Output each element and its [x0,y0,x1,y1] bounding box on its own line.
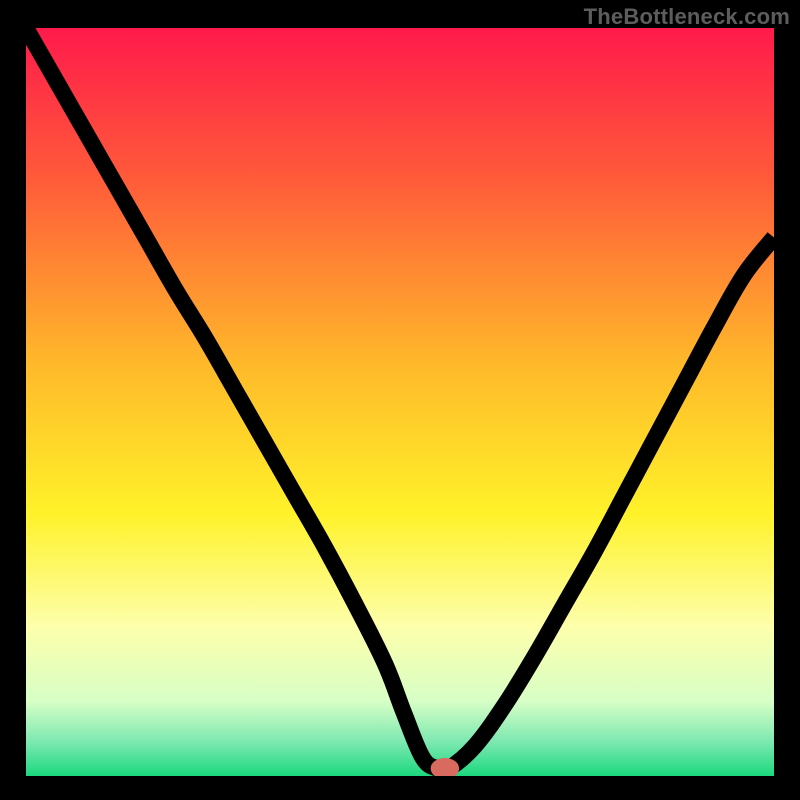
chart-frame: TheBottleneck.com [0,0,800,800]
plot-area [26,28,774,776]
gradient-background [26,28,774,776]
bottleneck-chart [26,28,774,776]
optimal-marker [434,762,455,775]
attribution-text: TheBottleneck.com [584,4,790,30]
